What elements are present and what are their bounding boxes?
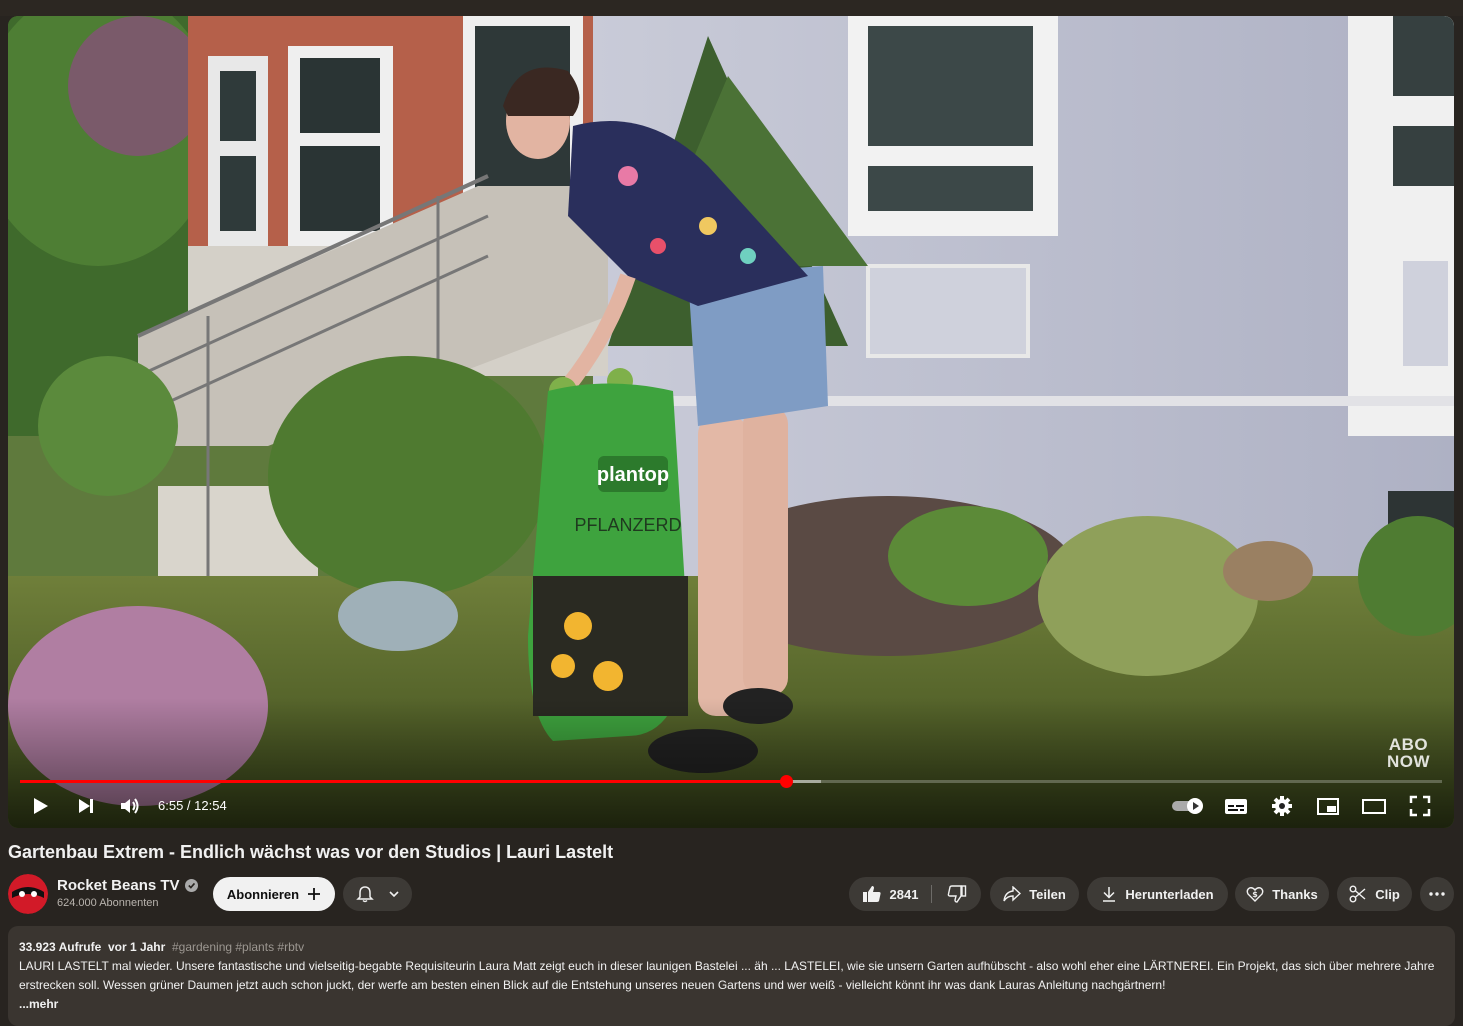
clip-button[interactable]: Clip xyxy=(1337,877,1412,911)
download-label: Herunterladen xyxy=(1125,886,1214,902)
heart-dollar-icon: $ xyxy=(1246,887,1264,902)
settings-button[interactable] xyxy=(1264,788,1300,824)
fullscreen-button[interactable] xyxy=(1402,788,1438,824)
volume-icon xyxy=(121,798,139,814)
clip-label: Clip xyxy=(1375,886,1400,902)
top-strip xyxy=(0,0,1463,16)
next-icon xyxy=(79,799,93,813)
time-display: 6:55 / 12:54 xyxy=(158,798,227,813)
share-button[interactable]: Teilen xyxy=(990,877,1079,911)
hashtags[interactable]: #gardening #plants #rbtv xyxy=(172,940,304,954)
like-count: 2841 xyxy=(889,886,919,902)
subtitles-icon xyxy=(1225,799,1247,814)
svg-text:$: $ xyxy=(1252,890,1258,899)
progress-bar[interactable] xyxy=(20,775,1442,788)
autoplay-toggle-icon xyxy=(1172,798,1203,814)
channel-watermark[interactable]: ABO NOW xyxy=(1387,736,1430,770)
scissors-icon xyxy=(1349,885,1366,903)
view-count: 33.923 Aufrufe xyxy=(19,940,102,954)
bag-brand: plantop xyxy=(597,464,669,486)
verified-icon xyxy=(184,879,198,892)
share-icon xyxy=(1003,886,1022,902)
plus-icon xyxy=(308,888,321,900)
like-button[interactable]: 2841 xyxy=(849,877,931,911)
subscriber-count: 624.000 Abonnenten xyxy=(57,897,159,909)
progress-played xyxy=(20,780,787,783)
play-button[interactable] xyxy=(22,788,58,824)
bag-label: PFLANZERD xyxy=(574,515,681,535)
description-meta: 33.923 Aufrufe vor 1 Jahr #gardening #pl… xyxy=(19,938,1444,957)
thumbs-up-icon xyxy=(862,886,881,902)
subscribe-button[interactable]: Abonnieren xyxy=(213,877,335,911)
subscribe-label: Abonnieren xyxy=(226,886,300,902)
more-actions-button[interactable] xyxy=(1420,877,1454,911)
notification-bell-button[interactable] xyxy=(343,877,412,911)
autoplay-toggle[interactable] xyxy=(1168,788,1208,824)
watermark-line1: ABO xyxy=(1388,735,1429,754)
play-icon xyxy=(34,798,48,814)
description-box[interactable]: 33.923 Aufrufe vor 1 Jahr #gardening #pl… xyxy=(8,926,1455,1026)
channel-name[interactable]: Rocket Beans TV xyxy=(57,877,198,894)
download-icon xyxy=(1103,887,1116,902)
thanks-label: Thanks xyxy=(1272,886,1318,902)
player-controls: 6:55 / 12:54 xyxy=(8,788,1454,828)
thanks-button[interactable]: $ Thanks xyxy=(1235,877,1329,911)
watermark-line2: NOW xyxy=(1386,752,1430,771)
channel-avatar[interactable] xyxy=(8,874,48,914)
gear-icon xyxy=(1272,796,1292,816)
download-button[interactable]: Herunterladen xyxy=(1087,877,1228,911)
description-text: LAURI LASTELT mal wieder. Unsere fantast… xyxy=(19,959,1435,992)
subtitles-button[interactable] xyxy=(1218,788,1254,824)
channel-name-text[interactable]: Rocket Beans TV xyxy=(57,877,180,894)
theater-button[interactable] xyxy=(1356,788,1392,824)
mute-button[interactable] xyxy=(112,788,148,824)
more-horizontal-icon xyxy=(1429,892,1445,896)
video-player[interactable]: plantop PFLANZERD ABO NOW 6:55 / 12:54 xyxy=(8,16,1454,828)
fullscreen-icon xyxy=(1409,795,1431,817)
bell-icon xyxy=(355,886,374,903)
miniplayer-button[interactable] xyxy=(1310,788,1346,824)
thumbs-down-icon xyxy=(947,885,966,903)
upload-age: vor 1 Jahr xyxy=(107,940,166,954)
next-button[interactable] xyxy=(68,788,104,824)
miniplayer-icon xyxy=(1317,798,1339,815)
theater-icon xyxy=(1362,799,1386,814)
chevron-down-icon xyxy=(388,891,399,898)
like-dislike-group: 2841 xyxy=(849,877,981,911)
dislike-button[interactable] xyxy=(932,877,981,911)
share-label: Teilen xyxy=(1029,886,1066,902)
video-title: Gartenbau Extrem - Endlich wächst was vo… xyxy=(8,842,614,862)
show-more-link[interactable]: ...mehr xyxy=(19,995,1444,1014)
